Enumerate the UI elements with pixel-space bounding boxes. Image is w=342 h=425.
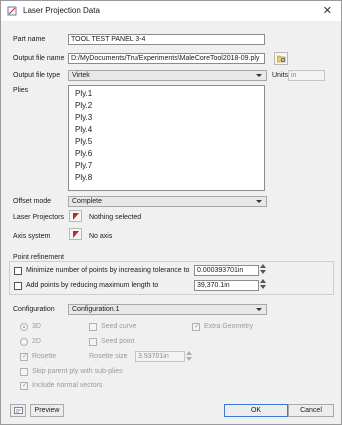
skip-parent-label: Skip parent ply with sub-plies (32, 368, 123, 375)
radio-2d[interactable] (20, 338, 28, 346)
help-icon (14, 407, 23, 419)
include-normal-checkbox[interactable]: ✓ (20, 382, 28, 390)
units-label: Units (272, 72, 288, 79)
help-button[interactable] (10, 404, 26, 417)
laser-projectors-value: Nothing selected (89, 214, 142, 221)
list-item[interactable]: Ply.3 (75, 113, 92, 122)
axis-system-picker-button[interactable] (69, 228, 82, 240)
laser-projection-icon (7, 6, 17, 16)
list-item[interactable]: Ply.1 (75, 89, 92, 98)
offset-mode-label: Offset mode (13, 198, 52, 205)
selection-arrow-icon (73, 231, 79, 238)
list-item[interactable]: Ply.5 (75, 137, 92, 146)
seed-point-checkbox[interactable] (89, 338, 97, 346)
tolerance-input[interactable]: 0.000393701in (194, 265, 259, 276)
rosette-label: Rosette (32, 353, 57, 360)
axis-system-label: Axis system (13, 233, 51, 240)
rosette-checkbox[interactable]: ✓ (20, 353, 28, 361)
cancel-button[interactable]: Cancel (288, 404, 334, 417)
radio-3d-label: 3D (32, 323, 41, 330)
ok-button[interactable]: OK (224, 404, 288, 417)
extra-geometry-label: Extra Geometry (204, 323, 254, 330)
laser-projectors-label: Laser Projectors (13, 214, 64, 221)
list-item[interactable]: Ply.6 (75, 149, 92, 158)
selection-arrow-icon (73, 213, 79, 220)
chevron-down-icon (256, 74, 262, 77)
configuration-select[interactable]: Configuration.1 (68, 304, 267, 315)
laser-projectors-picker-button[interactable] (69, 210, 82, 222)
skip-parent-checkbox[interactable] (20, 368, 28, 376)
radio-2d-label: 2D (32, 338, 41, 345)
add-points-checkbox[interactable] (14, 282, 22, 290)
configuration-label: Configuration (13, 306, 55, 313)
point-refinement-header: Point refinement (13, 254, 64, 261)
part-name-label: Part name (13, 36, 46, 43)
plies-label: Plies (13, 87, 29, 94)
max-length-stepper[interactable] (260, 278, 266, 292)
preview-button[interactable]: Preview (30, 404, 64, 417)
list-item[interactable]: Ply.2 (75, 101, 92, 110)
seed-point-label: Seed point (101, 338, 135, 345)
plies-list[interactable]: Ply.1 Ply.2 Ply.3 Ply.4 Ply.5 Ply.6 Ply.… (68, 85, 265, 191)
browse-button[interactable] (274, 52, 288, 65)
minimize-points-checkbox[interactable] (14, 267, 22, 275)
include-normal-label: Include normal vectors (32, 382, 103, 389)
title-bar: Laser Projection Data ✕ (1, 1, 341, 21)
laser-projection-dialog: Laser Projection Data ✕ Part name TOOL T… (0, 0, 342, 425)
rosette-size-stepper (186, 350, 192, 364)
part-name-input[interactable]: TOOL TEST PANEL 3-4 (68, 34, 265, 45)
add-points-label: Add points by reducing maximum length to (26, 282, 159, 289)
max-length-input[interactable]: 39,370.1in (194, 280, 259, 291)
axis-system-value: No axis (89, 233, 113, 240)
extra-geometry-checkbox[interactable]: ✓ (192, 323, 200, 331)
units-input: in (288, 70, 325, 81)
seed-curve-checkbox[interactable] (89, 323, 97, 331)
minimize-points-label: Minimize number of points by increasing … (26, 267, 190, 274)
radio-3d[interactable] (20, 323, 28, 331)
list-item[interactable]: Ply.4 (75, 125, 92, 134)
offset-mode-select[interactable]: Complete (68, 196, 267, 207)
output-file-name-input[interactable]: D:/MyDocuments/Tru/Experiments\MaleCoreT… (68, 53, 265, 64)
rosette-size-input: 3.93701in (135, 351, 185, 362)
output-file-name-label: Output file name (13, 55, 65, 62)
offset-mode-value: Complete (72, 198, 102, 205)
chevron-down-icon (256, 308, 262, 311)
output-file-type-select[interactable]: Virtek (68, 70, 267, 81)
configuration-value: Configuration.1 (72, 306, 120, 313)
output-file-type-label: Output file type (13, 72, 61, 79)
output-file-type-value: Virtek (72, 72, 90, 79)
rosette-size-label: Rosette size (89, 353, 128, 360)
close-icon[interactable]: ✕ (323, 4, 332, 17)
seed-curve-label: Seed curve (101, 323, 137, 330)
list-item[interactable]: Ply.8 (75, 173, 92, 182)
chevron-down-icon (256, 200, 262, 203)
browse-folder-icon (276, 55, 286, 65)
list-item[interactable]: Ply.7 (75, 161, 92, 170)
window-title: Laser Projection Data (23, 6, 100, 15)
tolerance-stepper[interactable] (260, 263, 266, 276)
